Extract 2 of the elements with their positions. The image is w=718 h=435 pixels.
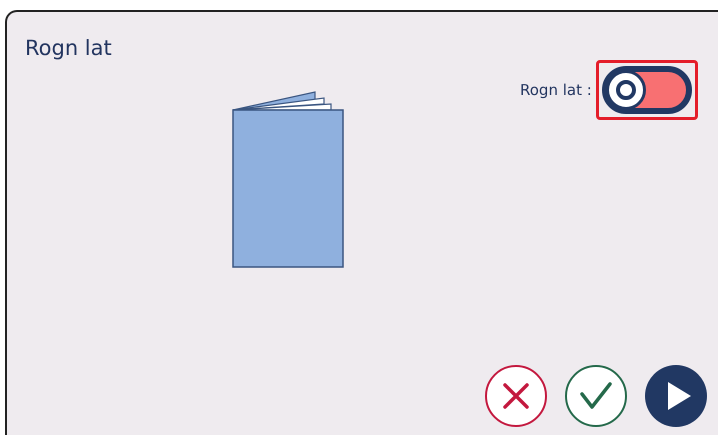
toggle-label: Rogn lat : bbox=[520, 81, 592, 99]
dialog-title: Rogn lat bbox=[24, 35, 113, 60]
